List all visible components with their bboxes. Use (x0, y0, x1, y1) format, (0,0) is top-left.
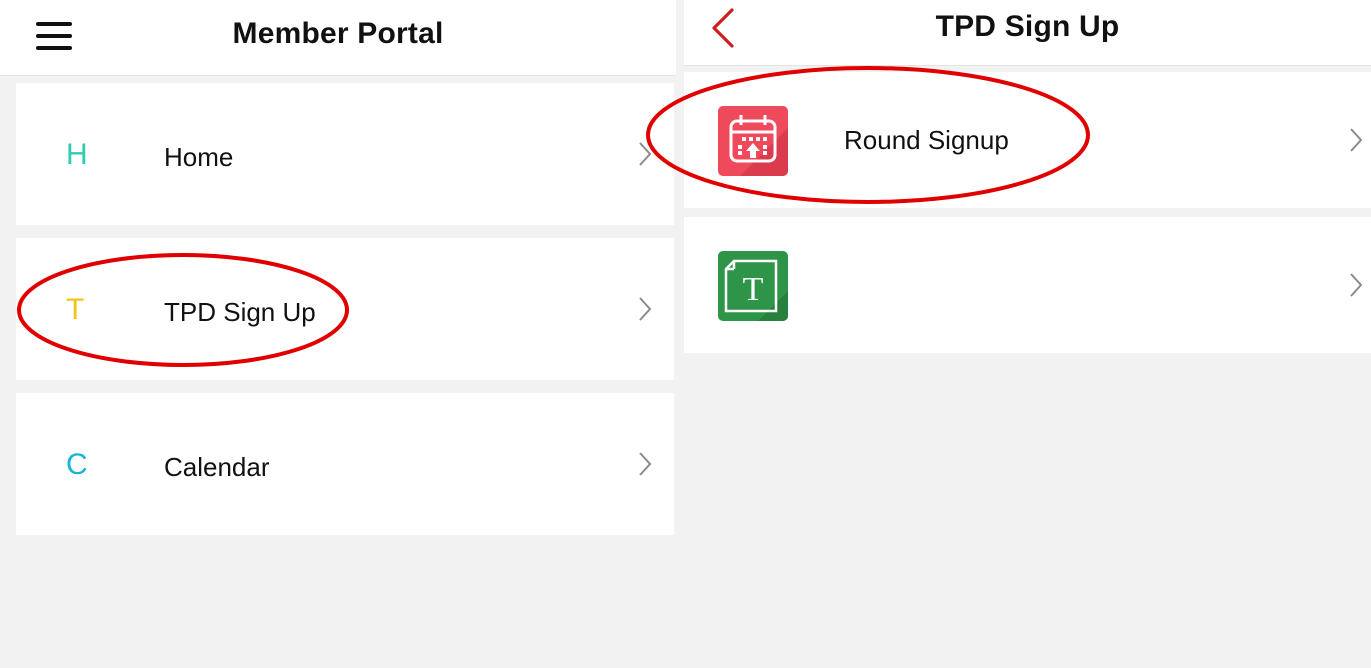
menu-item-label: Calendar (164, 452, 270, 482)
member-portal-screen: Member Portal H Home T TPD Sign Up C Cal… (0, 0, 676, 668)
menu-item-tpd-sign-up[interactable]: T TPD Sign Up (16, 238, 674, 380)
tpd-sign-up-header: TPD Sign Up (684, 0, 1371, 66)
menu-item-letter: T (66, 293, 85, 326)
chevron-right-icon (1350, 128, 1363, 152)
list-item-label: Round Signup (844, 125, 1009, 155)
svg-text:T: T (743, 271, 764, 308)
menu-item-letter: H (66, 138, 88, 171)
member-portal-header: Member Portal (0, 0, 676, 76)
page-title: TPD Sign Up (935, 10, 1120, 43)
text-document-icon: T (718, 251, 788, 321)
chevron-right-icon (1350, 273, 1363, 297)
chevron-right-icon (639, 297, 652, 321)
page-title: Member Portal (232, 17, 444, 50)
menu-item-calendar[interactable]: C Calendar (16, 393, 674, 535)
chevron-right-icon (639, 452, 652, 476)
calendar-upload-icon (718, 106, 788, 176)
list-item-round-signup[interactable]: Round Signup (684, 72, 1371, 208)
menu-item-label: TPD Sign Up (164, 297, 316, 327)
chevron-right-icon (639, 142, 652, 166)
menu-item-home[interactable]: H Home (16, 83, 674, 225)
menu-item-letter: C (66, 448, 88, 481)
menu-item-label: Home (164, 142, 234, 172)
list-item-text-document[interactable]: T (684, 217, 1371, 353)
tpd-sign-up-screen: TPD Sign Up Round Signup T (684, 0, 1371, 668)
